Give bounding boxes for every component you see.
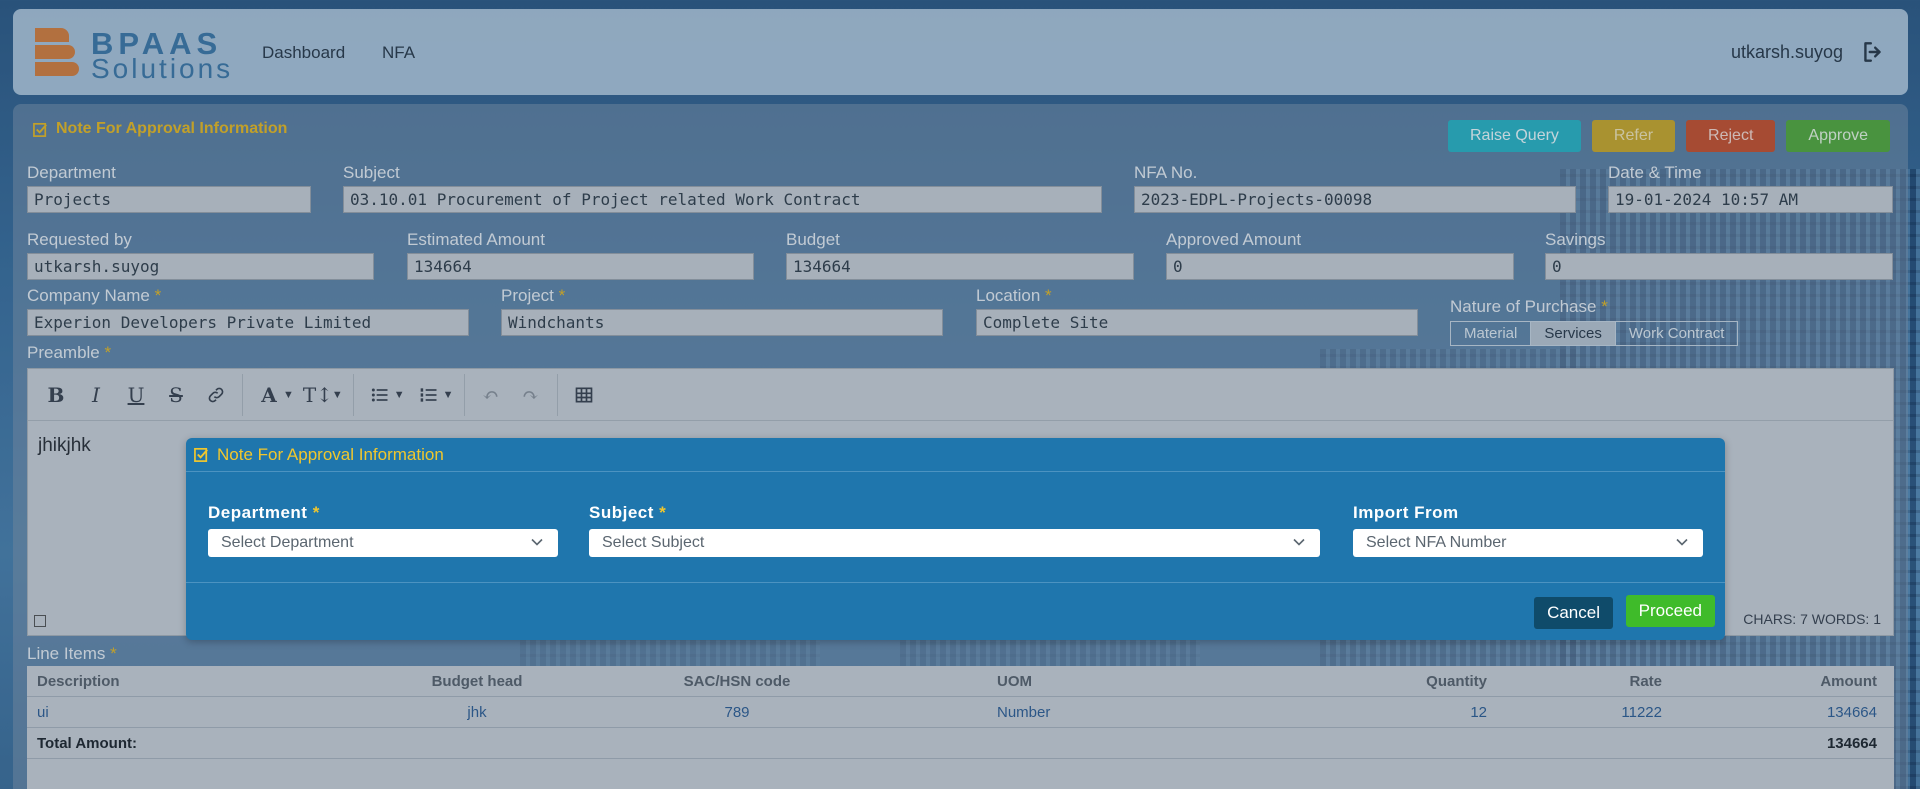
modal-overlay[interactable]	[0, 0, 1920, 789]
modal-department-field: Department * Select Department	[208, 503, 558, 557]
modal-title: Note For Approval Information	[217, 444, 444, 464]
modal-import-from-field: Import From Select NFA Number	[1353, 503, 1703, 557]
cancel-button[interactable]: Cancel	[1534, 597, 1613, 629]
chevron-down-icon	[1676, 538, 1688, 546]
modal-subject-field: Subject * Select Subject	[589, 503, 1320, 557]
nfa-modal: Note For Approval Information Department…	[186, 438, 1725, 640]
chevron-down-icon	[531, 538, 543, 546]
modal-header: Note For Approval Information	[186, 438, 1725, 472]
subject-select[interactable]: Select Subject	[589, 529, 1320, 557]
checklist-icon	[194, 446, 211, 463]
import-from-select[interactable]: Select NFA Number	[1353, 529, 1703, 557]
department-select[interactable]: Select Department	[208, 529, 558, 557]
proceed-button[interactable]: Proceed	[1625, 595, 1715, 627]
modal-footer-divider	[186, 582, 1725, 583]
chevron-down-icon	[1293, 538, 1305, 546]
